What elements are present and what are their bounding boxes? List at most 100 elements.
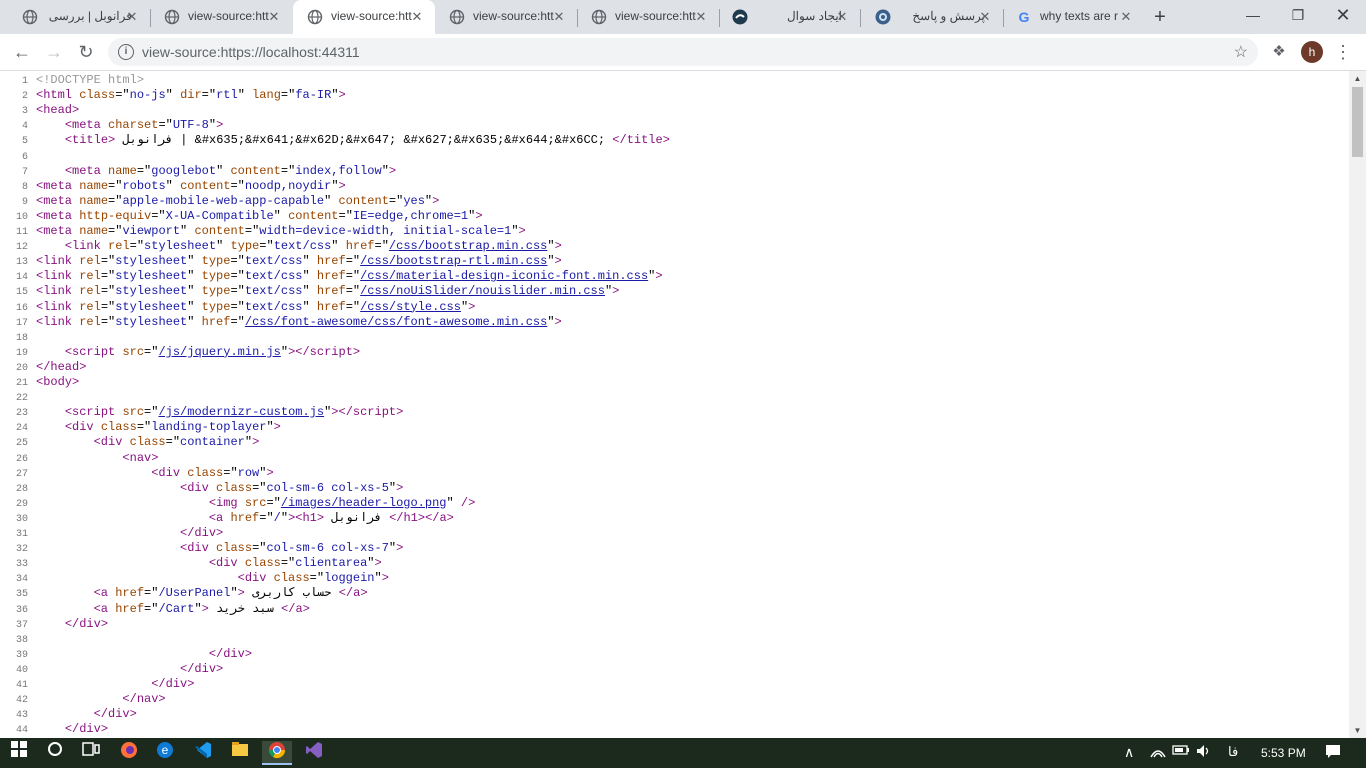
source-line: 4 <meta charset="UTF-8"> xyxy=(0,118,223,133)
line-number: 25 xyxy=(15,438,28,450)
volume-icon[interactable] xyxy=(1196,744,1212,761)
url-text[interactable]: view-source:https://localhost:44311 xyxy=(142,44,360,60)
close-tab-icon[interactable]: ✕ xyxy=(409,9,425,25)
tab[interactable]: فرانوبل | بررسی ✕ xyxy=(8,0,150,34)
source-code: <div class="row"> xyxy=(151,465,274,480)
show-hidden-icons-chevron-icon[interactable]: ∧ xyxy=(1124,744,1134,761)
source-line: 5 <title> فرانوبل | &#x635;&#x641;&#x62D… xyxy=(0,133,670,148)
tab[interactable]: view-source:htt ✕ xyxy=(435,0,577,34)
tab[interactable]: Gwhy texts are r ✕ xyxy=(1002,0,1144,34)
source-line: 17 <link rel="stylesheet" href="/css/font… xyxy=(0,315,562,330)
clock[interactable]: 5:53 PM xyxy=(1261,746,1306,760)
info-icon[interactable]: i xyxy=(118,44,134,60)
close-tab-icon[interactable]: ✕ xyxy=(551,9,567,25)
source-line: 42 </nav> xyxy=(0,692,166,707)
source-view[interactable]: 1 <!DOCTYPE html> 2 <html class="no-js" dir… xyxy=(0,71,1349,738)
restore-button[interactable]: ❐ xyxy=(1275,0,1321,30)
line-number: 20 xyxy=(15,362,28,374)
svg-text:e: e xyxy=(162,743,169,757)
notifications-icon[interactable] xyxy=(1325,744,1341,761)
profile-avatar[interactable]: h xyxy=(1301,41,1323,63)
globe-icon xyxy=(591,9,607,25)
source-line: 3 <head> xyxy=(0,103,79,118)
chrome-icon[interactable] xyxy=(262,741,292,765)
kebab-menu-icon[interactable]: ⋮ xyxy=(1334,41,1352,63)
close-tab-icon[interactable]: ✕ xyxy=(124,9,140,25)
source-code: </div> xyxy=(64,616,109,631)
windows-start-icon[interactable] xyxy=(4,741,34,765)
edge-icon[interactable]: e xyxy=(150,741,180,765)
scroll-up-arrow-icon[interactable]: ▲ xyxy=(1353,74,1362,83)
source-line: 24 <div class="landing-toplayer"> xyxy=(0,420,281,435)
tab[interactable]: view-source:htt ✕ xyxy=(150,0,292,34)
scroll-down-arrow-icon[interactable]: ▼ xyxy=(1353,726,1362,735)
vertical-scrollbar[interactable]: ▲ ▼ xyxy=(1349,71,1366,738)
source-code: </nav> xyxy=(122,692,166,707)
source-code: <div class="container"> xyxy=(93,435,260,450)
new-tab-button[interactable]: + xyxy=(1150,7,1170,27)
globe-icon xyxy=(449,9,465,25)
line-number: 18 xyxy=(15,332,28,344)
source-line: 23 <script src="/js/modernizr-custom.js"… xyxy=(0,405,403,420)
line-number: 3 xyxy=(21,106,28,118)
close-tab-icon[interactable]: ✕ xyxy=(1118,9,1134,25)
battery-icon[interactable] xyxy=(1172,744,1190,759)
tab[interactable]: پرسش و پاسخ ✕ xyxy=(861,0,1003,34)
line-number: 23 xyxy=(15,408,28,420)
line-number: 40 xyxy=(15,664,28,676)
source-code: </div> xyxy=(208,646,253,661)
vscode-icon[interactable] xyxy=(188,741,218,765)
forward-button[interactable]: → xyxy=(42,40,66,64)
source-code: <div class="col-sm-6 col-xs-7"> xyxy=(180,541,404,556)
source-line: 10 <meta http-equiv="X-UA-Compatible" con… xyxy=(0,209,483,224)
line-number: 37 xyxy=(15,619,28,631)
site-icon xyxy=(875,9,891,25)
minimize-button[interactable]: — xyxy=(1230,0,1276,30)
wifi-icon[interactable] xyxy=(1150,744,1166,761)
close-window-button[interactable]: ✕ xyxy=(1320,0,1366,30)
source-line: 16 <link rel="stylesheet" type="text/css"… xyxy=(0,300,475,315)
line-number: 12 xyxy=(15,242,28,254)
source-line: 39 </div> xyxy=(0,647,252,662)
source-line: 26 <nav> xyxy=(0,451,158,466)
bookmark-star-icon[interactable]: ☆ xyxy=(1234,42,1248,62)
extensions-puzzle-icon[interactable]: ❖ xyxy=(1270,42,1288,60)
source-code: <a href="/UserPanel"> حساب کاربری </a> xyxy=(93,586,368,601)
source-code: <link rel="stylesheet" type="text/css" h… xyxy=(36,254,562,269)
windows-taskbar: e ∧ فا 5:53 PM xyxy=(0,738,1366,768)
line-number: 22 xyxy=(15,393,28,405)
line-number: 11 xyxy=(15,227,28,238)
scrollbar-thumb[interactable] xyxy=(1352,87,1363,157)
source-line: 9 <meta name="apple-mobile-web-app-capabl… xyxy=(0,194,439,209)
task-view-icon[interactable] xyxy=(76,741,106,765)
tab-title: ایجاد سوال xyxy=(786,9,842,23)
close-tab-icon[interactable]: ✕ xyxy=(977,9,993,25)
source-line: 30 <a href="/"><h1> فرانوبل </h1></a> xyxy=(0,511,454,526)
input-language-indicator[interactable]: فا xyxy=(1228,744,1238,760)
source-code: <img src="/images/header-logo.png" /> xyxy=(208,495,476,510)
firefox-icon[interactable] xyxy=(114,741,144,765)
source-code: <title> فرانوبل | &#x635;&#x641;&#x62D;&… xyxy=(64,133,670,148)
line-number: 14 xyxy=(15,272,28,284)
close-tab-icon[interactable]: ✕ xyxy=(266,9,282,25)
reload-button[interactable]: ↻ xyxy=(74,40,98,64)
file-explorer-icon[interactable] xyxy=(225,741,255,765)
tab[interactable]: view-source:htt ✕ xyxy=(577,0,719,34)
source-line: 13 <link rel="stylesheet" type="text/css"… xyxy=(0,254,562,269)
search-icon[interactable] xyxy=(40,741,70,765)
source-line: 15 <link rel="stylesheet" type="text/css"… xyxy=(0,284,619,299)
tab-title: view-source:htt xyxy=(473,9,554,23)
address-bar[interactable]: i view-source:https://localhost:44311 ☆ xyxy=(108,38,1258,66)
back-button[interactable]: ← xyxy=(10,40,34,64)
source-code: </div> xyxy=(64,722,109,737)
tab[interactable]: ایجاد سوال ✕ xyxy=(718,0,860,34)
line-number: 35 xyxy=(15,589,28,601)
close-tab-icon[interactable]: ✕ xyxy=(834,9,850,25)
tab[interactable]: view-source:htt ✕ xyxy=(293,0,435,34)
source-code: <script src="/js/modernizr-custom.js"></… xyxy=(64,405,404,420)
close-tab-icon[interactable]: ✕ xyxy=(693,9,709,25)
line-number: 28 xyxy=(15,483,28,495)
visual-studio-icon[interactable] xyxy=(299,741,329,765)
line-number: 8 xyxy=(21,181,28,193)
source-line: 29 <img src="/images/header-logo.png" /> xyxy=(0,496,475,511)
